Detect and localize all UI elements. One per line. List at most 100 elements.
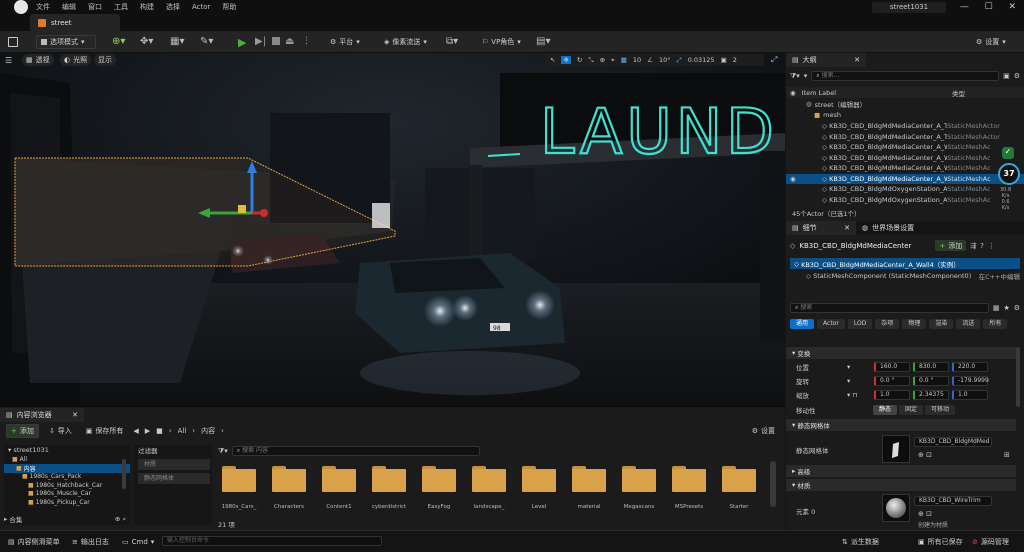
grid-snap-icon[interactable]: ▦ [621,56,627,64]
location-z-field[interactable]: 220.0 [952,362,988,372]
filter-icon[interactable]: ⧩▾ [790,72,800,81]
filter-material[interactable]: 材质 [138,459,210,470]
add-actor-icon[interactable]: ⊕▾ [112,36,125,47]
filter-static-mesh[interactable]: 静态网格体 [138,473,210,484]
maximize-viewport-icon[interactable]: ⤢ [771,55,777,65]
world-space-icon[interactable]: ⊕ [600,56,605,64]
folder-icon[interactable] [272,466,306,492]
outliner-root[interactable]: ◍ street（编辑器） [786,99,1024,110]
filter-physics[interactable]: 物理 [902,319,927,329]
folder-icon[interactable] [422,466,456,492]
asset-search-input[interactable]: ⌕ 搜索 内容 [231,446,480,456]
scale-y-field[interactable]: 2.34375 [913,390,949,400]
outliner-row[interactable]: ◇ KB3D_CBD_BldgMdMediaCenter_A_W StaticMe… [786,153,1024,164]
play-options-icon[interactable]: ⋮ [302,36,311,46]
asset-scrollbar[interactable] [770,461,776,507]
component-row[interactable]: ◇ StaticMeshComponent (StaticMeshCompone… [806,271,1020,281]
save-all-button[interactable]: ▣ 保存所有 [82,424,128,438]
materials-section[interactable]: ▾ 材质 [786,479,1016,491]
outliner-row[interactable]: ◇ KB3D_CBD_BldgMdMediaCenter_A_W StaticMe… [786,142,1024,153]
show-button[interactable]: 显示 [94,54,116,66]
console-input[interactable]: 输入控制台命令 [162,536,382,546]
material-thumbnail[interactable] [882,494,910,522]
mobility-static[interactable]: 静态 [873,405,898,415]
filter-rendering[interactable]: 渲染 [929,319,954,329]
folder-icon[interactable] [672,466,706,492]
transform-section[interactable]: ▾ 变换 [786,347,1016,359]
select-tool-icon[interactable]: ↖ [550,56,555,64]
folder-icon[interactable] [472,466,506,492]
rotate-tool-icon[interactable]: ↻ [577,56,582,64]
folder-icon[interactable] [372,466,406,492]
folder-icon[interactable]: ■ [156,427,163,435]
actor-name-field[interactable]: KB3D_CBD_BldgMdMediaCenter [799,242,931,250]
menu-window[interactable]: 窗口 [88,2,102,12]
content-settings-button[interactable]: ⚙ 设置 [748,424,779,438]
scale-snap-value[interactable]: 0.03125 [688,56,715,64]
chevron-down-icon[interactable]: ▾ [847,363,871,371]
minimize-icon[interactable]: — [960,2,969,12]
stop-icon[interactable] [272,37,280,45]
lit-button[interactable]: ◐ 光照 [60,54,92,66]
menu-select[interactable]: 选择 [166,2,180,12]
sources-header[interactable]: ▾ street1031 [4,445,130,456]
content-drawer-button[interactable]: ▤ 内容侧滑菜单 [4,535,64,549]
maximize-icon[interactable]: ☐ [985,2,993,12]
mobility-movable[interactable]: 可移动 [925,405,956,415]
camera-icon[interactable]: ⧉▾ [446,36,458,47]
mesh-thumbnail[interactable] [882,435,910,463]
angle-snap-icon[interactable]: ∠ [647,56,653,64]
import-button[interactable]: ⇩ 导入 [45,424,76,438]
material-sub[interactable]: 创建为材质 [918,520,948,529]
blueprint-icon[interactable]: ✥▾ [140,36,153,47]
scale-snap-icon[interactable]: ⤢ [676,56,681,65]
scale-z-field[interactable]: 1.0 [952,390,988,400]
scale-tool-icon[interactable]: ⤡ [588,56,593,65]
layout-icon[interactable]: ▤▾ [536,36,550,47]
details-search-input[interactable]: ⌕ 搜索 [790,303,989,313]
menu-tools[interactable]: 工具 [114,2,128,12]
tab-content-browser[interactable]: ▤ 内容浏览器 ✕ [0,408,84,422]
outliner-row[interactable]: ◇ KB3D_CBD_BldgMdMediaCenter_A_W StaticMe… [786,163,1024,174]
surface-snap-icon[interactable]: ⌖ [611,56,615,65]
scale-x-field[interactable]: 1.0 [874,390,910,400]
menu-build[interactable]: 构建 [140,2,154,12]
outliner-row-selected[interactable]: ◉ ◇ KB3D_CBD_BldgMdMediaCenter_A_W StaticM… [786,173,1024,184]
filter-actor[interactable]: Actor [817,319,845,329]
instance-row[interactable]: ◇ KB3D_CBD_BldgMdMediaCenter_A_Wall4（实例） [790,258,1020,269]
source-control-button[interactable]: ⊘ 源码管理 [968,535,1013,549]
perspective-button[interactable]: ▦ 透视 [22,54,54,66]
menu-actor[interactable]: Actor [192,3,210,11]
breadcrumb-all[interactable]: All [178,427,187,435]
pixel-streaming-button[interactable]: ◈ 像素流送 ▾ [380,35,431,49]
add-folder-icon[interactable]: ▣ [1003,72,1010,80]
table-icon[interactable]: ▦ [993,304,1000,312]
outliner-folder[interactable]: ■ mesh [786,110,1024,121]
close-icon[interactable]: ✕ [72,411,78,419]
blueprint-icon[interactable]: ⇶ [970,242,976,250]
tab-outliner[interactable]: ▤ 大纲 ✕ [786,53,866,67]
sources-scrollbar[interactable] [122,459,126,489]
all-saved-button[interactable]: ▣ 所有已保存 [914,535,967,549]
advanced-section[interactable]: ▸ 高级 [786,465,1016,477]
filter-icon[interactable]: ⧩▾ [218,447,228,456]
filter-all[interactable]: 所有 [983,319,1008,329]
outliner-row[interactable]: ◇ KB3D_CBD_BldgMdOxygenStation_A_ StaticM… [786,195,1024,206]
add-component-button[interactable]: + 添加 [935,240,967,251]
back-icon[interactable]: ◀ [133,427,138,435]
play-icon[interactable]: ▶ [238,36,246,49]
breadcrumb-content[interactable]: 内容 [201,426,215,436]
static-mesh-picker[interactable]: KB3D_CBD_BldgMdMed [914,437,992,447]
settings-button[interactable]: ⚙ 设置 ▾ [972,35,1010,49]
filter-misc[interactable]: 杂项 [875,319,900,329]
lock-icon[interactable]: ▾ ⊓ [847,391,871,399]
browse-icon[interactable]: ⊕ ⊡ [918,451,932,459]
col-item-label[interactable]: Item Label [802,89,836,97]
edit-cpp-link[interactable]: 在C++中编辑 [979,271,1020,281]
tree-item[interactable]: ■ 1980s_Cars_Pack [4,473,130,482]
folder-icon[interactable] [222,466,256,492]
settings-icon[interactable]: ⚙ [1014,72,1020,80]
visibility-icon[interactable]: ◉ [790,175,822,183]
location-y-field[interactable]: 830.0 [913,362,949,372]
vp-role-button[interactable]: ⚐ VP角色 ▾ [478,35,525,49]
